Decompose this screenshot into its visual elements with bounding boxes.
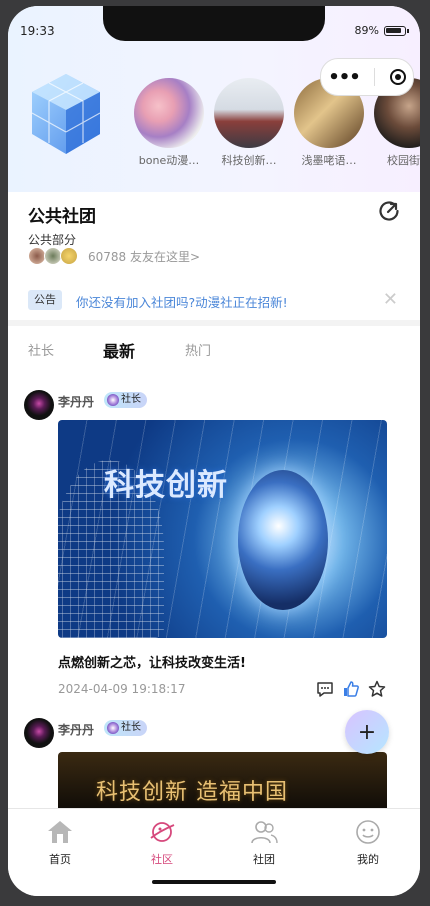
author-avatar[interactable] [24, 390, 54, 420]
status-bar-right: 89% [354, 24, 409, 37]
post-image-text: 科技创新 [104, 468, 228, 503]
tab-profile[interactable]: 我的 [333, 819, 403, 867]
home-icon [48, 821, 72, 843]
club-item[interactable]: bone动漫… [134, 78, 204, 168]
post-card: 李丹丹 社长 科技创新 点燃创新之芯，让科技改变生活! 2024-04-09 1… [8, 390, 420, 700]
tab-label: 首页 [49, 853, 71, 866]
tab-label: 社区 [151, 853, 173, 866]
club-name: 校园街舞 [387, 154, 420, 167]
club-info: 公共社团 公共部分 60788 友友在这里> [8, 192, 420, 266]
phone-screen: 19:33 89% ••• bone动漫… 科技创新… 浅墨咾语… 校园街 公共… [8, 6, 420, 896]
notch [103, 6, 325, 41]
tab-community[interactable]: 社区 [127, 819, 197, 867]
post-image[interactable]: 科技创新 [58, 420, 387, 638]
badge-icon [107, 722, 119, 734]
smile-icon [356, 820, 380, 844]
battery-icon [384, 25, 409, 36]
tab-clubs[interactable]: 社团 [229, 819, 299, 867]
member-count-link[interactable]: 60788 友友在这里> [88, 248, 200, 265]
like-icon[interactable] [342, 680, 360, 698]
role-badge: 社长 [104, 392, 147, 408]
author-name[interactable]: 李丹丹 [58, 721, 94, 738]
club-name: 浅墨咾语… [301, 154, 357, 167]
share-icon[interactable] [378, 200, 400, 222]
feed-tabs: 社长 最新 热门 [8, 326, 420, 370]
miniprogram-capsule[interactable]: ••• [320, 58, 414, 96]
create-post-button[interactable]: + [345, 710, 389, 754]
badge-label: 社长 [121, 394, 141, 405]
post-time: 2024-04-09 19:18:17 [58, 682, 186, 696]
badge-label: 社长 [121, 722, 141, 733]
author-name[interactable]: 李丹丹 [58, 393, 94, 410]
member-summary[interactable]: 60788 友友在这里> [28, 247, 200, 265]
close-miniprogram-icon[interactable] [389, 69, 406, 85]
users-icon [251, 821, 278, 844]
club-name: bone动漫… [138, 154, 200, 167]
post-image[interactable]: 科技创新 造福中国 [58, 752, 387, 812]
badge-icon [107, 394, 119, 406]
club-avatar[interactable] [134, 78, 204, 148]
member-avatar [60, 247, 78, 265]
tab-label: 我的 [357, 853, 379, 866]
globe-graphic [238, 470, 328, 610]
capsule-divider [374, 68, 376, 86]
post-image-text: 科技创新 造福中国 [96, 780, 288, 805]
tab-latest[interactable]: 最新 [103, 338, 135, 362]
tab-president[interactable]: 社长 [28, 340, 54, 359]
home-indicator [152, 880, 276, 884]
post-caption[interactable]: 点燃创新之芯，让科技改变生活! [58, 652, 246, 671]
notice-text[interactable]: 你还没有加入社团吗?动漫社正在招新! [76, 292, 288, 311]
club-avatar[interactable] [214, 78, 284, 148]
tab-home[interactable]: 首页 [25, 819, 95, 867]
status-time: 19:33 [20, 24, 55, 38]
club-name: 科技创新… [221, 154, 277, 167]
app-logo-icon [31, 74, 101, 154]
club-subtitle: 公共部分 [28, 233, 77, 247]
planet-icon [150, 822, 175, 842]
tab-hot[interactable]: 热门 [185, 340, 211, 359]
tab-label: 社团 [253, 853, 275, 866]
close-icon[interactable]: ✕ [383, 290, 398, 310]
club-item[interactable]: 科技创新… [214, 78, 284, 168]
comment-icon[interactable] [316, 680, 334, 698]
battery-percent: 89% [354, 24, 379, 37]
page-title: 公共社团 [28, 207, 96, 227]
role-badge: 社长 [104, 720, 147, 736]
notice-tag: 公告 [28, 290, 62, 310]
notice-bar: 公告 你还没有加入社团吗?动漫社正在招新! ✕ [8, 284, 420, 318]
star-icon[interactable] [368, 680, 386, 698]
more-icon[interactable]: ••• [328, 67, 361, 88]
post-actions [316, 680, 386, 698]
author-avatar[interactable] [24, 718, 54, 748]
